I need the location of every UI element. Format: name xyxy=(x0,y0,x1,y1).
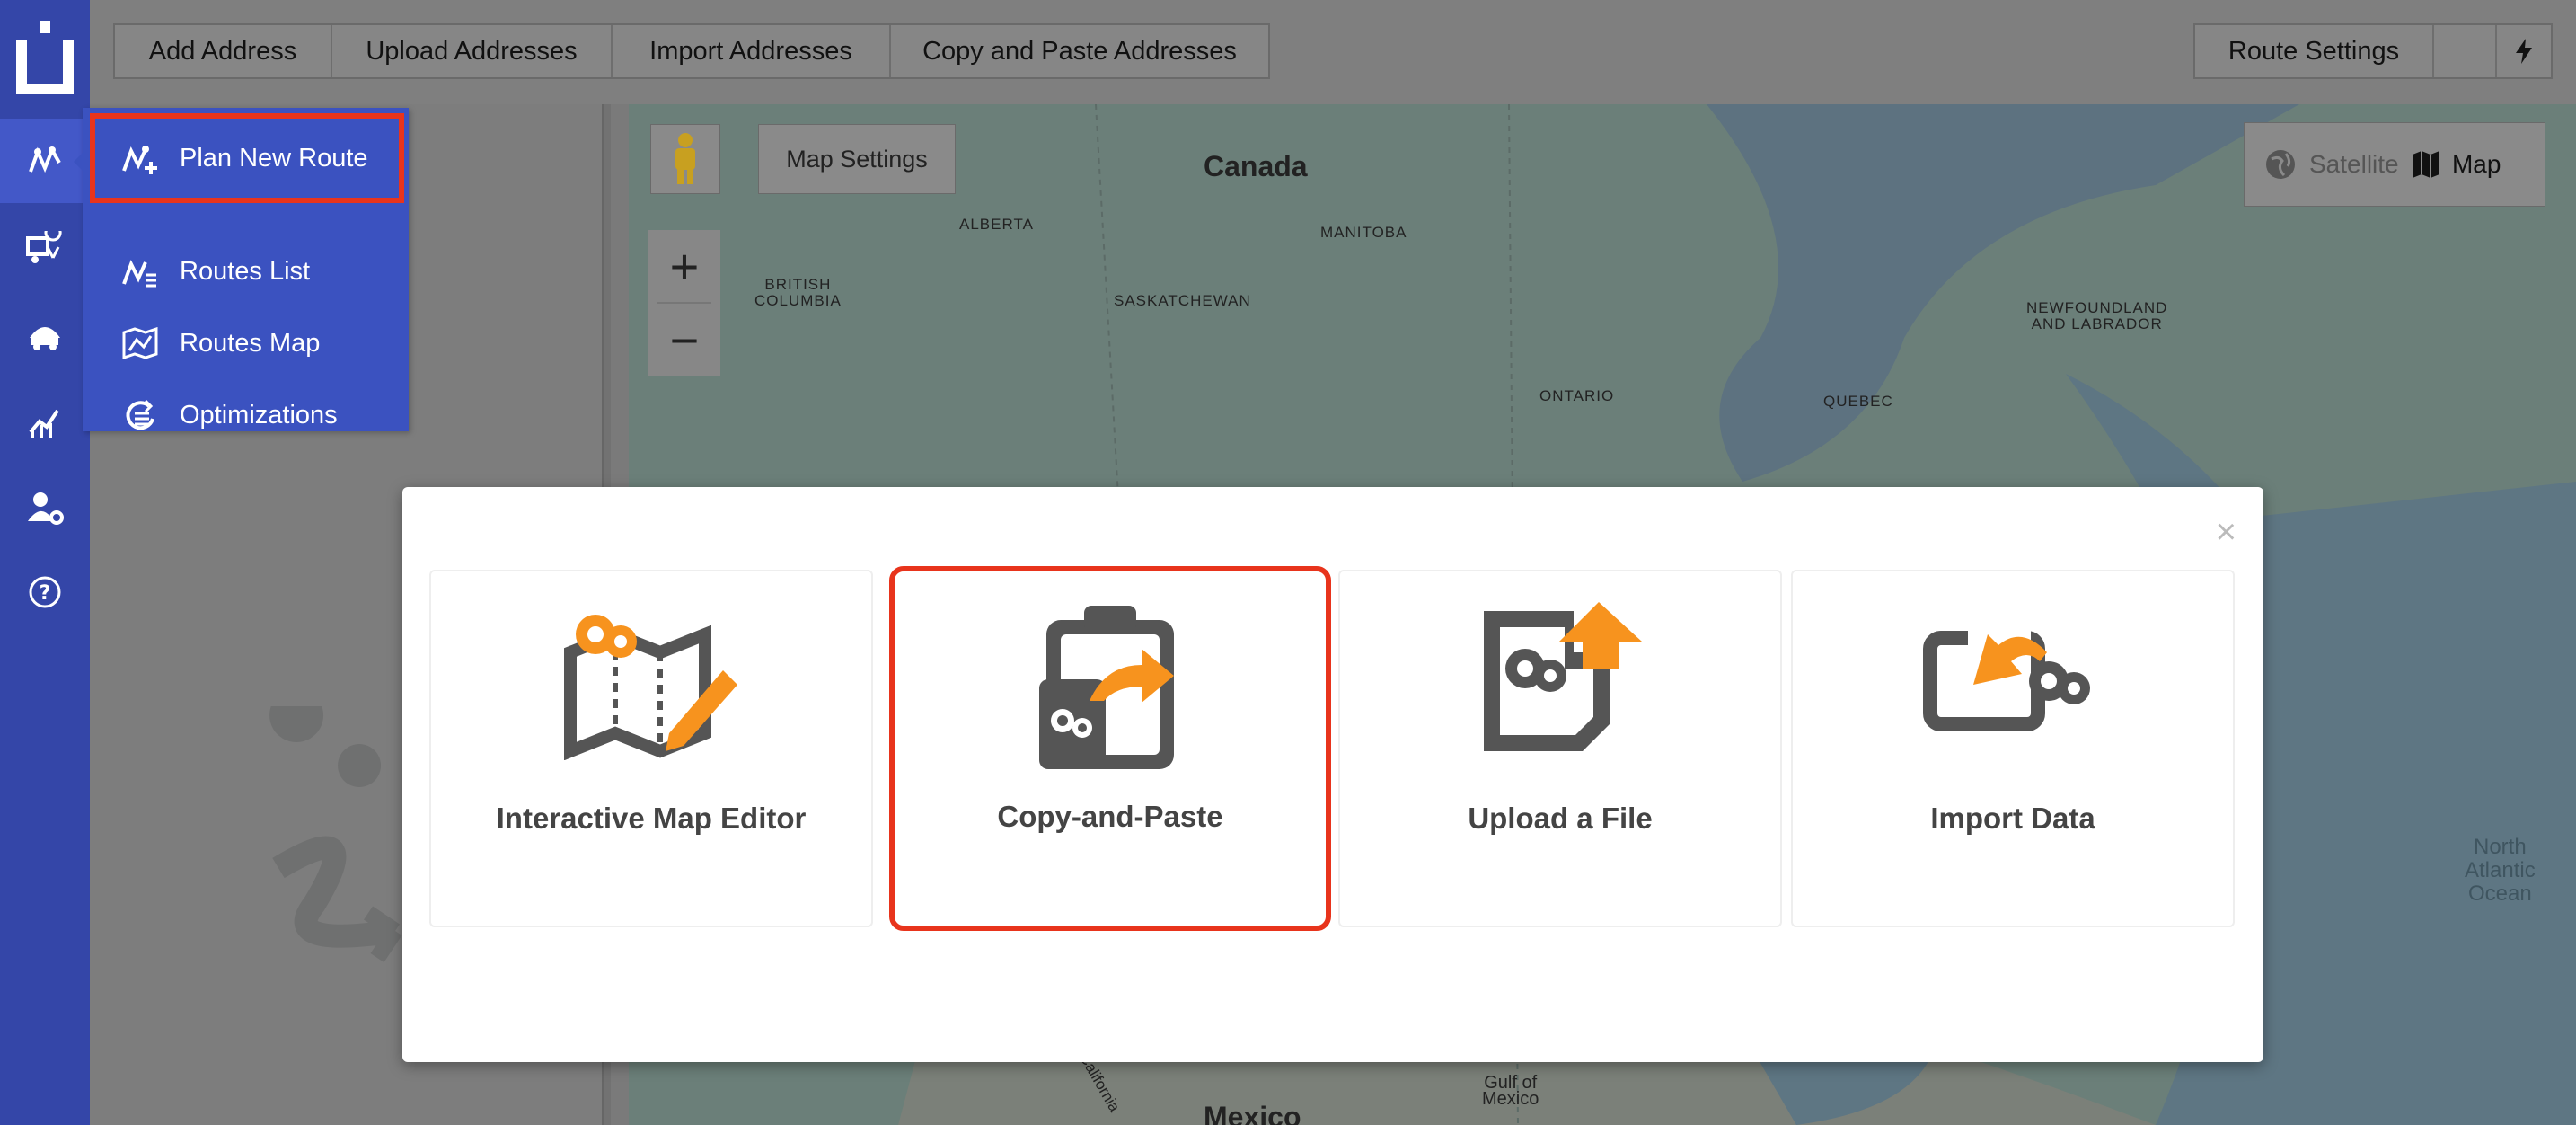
menu-item-label: Plan New Route xyxy=(180,143,368,173)
option-card-upload-a-file[interactable]: Upload a File xyxy=(1338,570,1782,927)
routes-menu: Plan New Route Routes List Routes Map Op… xyxy=(74,108,409,431)
map-label-quebec: QUEBEC xyxy=(1823,393,1893,410)
truck-location-icon xyxy=(26,231,62,263)
app-logo[interactable] xyxy=(0,0,90,119)
add-stops-modal: × Interactive Map Editor Copy-and-Paste … xyxy=(402,487,2263,1062)
routes-map-icon xyxy=(120,323,160,363)
import-addresses-button[interactable]: Import Addresses xyxy=(613,25,891,77)
map-editor-icon xyxy=(431,598,871,778)
close-button[interactable]: × xyxy=(2216,512,2236,553)
optimizations-icon xyxy=(120,395,160,435)
map-settings-button[interactable]: Map Settings xyxy=(758,124,956,194)
zoom-out-button[interactable]: − xyxy=(648,304,720,376)
address-button-group: Add Address Upload Addresses Import Addr… xyxy=(113,23,1270,79)
option-title: Upload a File xyxy=(1468,802,1653,835)
option-title: Copy-and-Paste xyxy=(997,800,1223,833)
nav-account-settings[interactable] xyxy=(0,465,90,550)
nav-analytics[interactable] xyxy=(0,379,90,464)
map-label-saskatchewan: SASKATCHEWAN xyxy=(1114,292,1251,309)
lightning-icon xyxy=(2516,39,2532,64)
add-address-button[interactable]: Add Address xyxy=(115,25,332,77)
route-plus-icon xyxy=(120,138,160,178)
map-label-gulf-mexico: Gulf of Mexico xyxy=(1482,1073,1539,1109)
user-gear-icon xyxy=(28,492,64,525)
menu-item-routes-list[interactable]: Routes List xyxy=(83,235,409,307)
pegman-icon xyxy=(675,133,695,184)
logo-icon xyxy=(16,21,74,94)
satellite-button[interactable]: Satellite xyxy=(2245,122,2411,207)
quick-action-button[interactable] xyxy=(2497,25,2551,77)
option-card-interactive-map-editor[interactable]: Interactive Map Editor xyxy=(429,570,873,927)
svg-text:?: ? xyxy=(40,582,51,605)
driver-icon xyxy=(30,327,60,350)
map-label-british-columbia: BRITISH COLUMBIA xyxy=(754,276,842,309)
import-data-icon xyxy=(1793,598,2233,778)
option-title: Interactive Map Editor xyxy=(496,802,807,835)
satellite-label: Satellite xyxy=(2309,150,2399,178)
upload-file-icon xyxy=(1340,598,1780,778)
chart-icon xyxy=(29,409,59,438)
globe-icon xyxy=(2266,150,2295,179)
option-card-copy-and-paste[interactable]: Copy-and-Paste xyxy=(889,566,1331,931)
map-label-ontario: ONTARIO xyxy=(1539,387,1615,404)
map-label-north-atlantic: North Atlantic Ocean xyxy=(2465,835,2536,906)
zoom-control: + − xyxy=(648,230,720,376)
folded-map-icon xyxy=(2412,151,2439,178)
menu-item-optimizations[interactable]: Optimizations xyxy=(83,379,409,451)
map-label: Map xyxy=(2451,150,2501,178)
map-label-mexico: Mexico xyxy=(1204,1101,1301,1125)
option-card-import-data[interactable]: Import Data xyxy=(1791,570,2235,927)
upload-addresses-button[interactable]: Upload Addresses xyxy=(332,25,613,77)
map-label-manitoba: MANITOBA xyxy=(1320,224,1407,241)
zoom-in-button[interactable]: + xyxy=(648,230,720,302)
nav-drivers[interactable] xyxy=(0,293,90,377)
menu-item-label: Routes List xyxy=(180,256,311,286)
route-list-icon xyxy=(120,252,160,291)
top-toolbar: Add Address Upload Addresses Import Addr… xyxy=(90,0,2576,104)
map-type-button[interactable]: Map xyxy=(2411,122,2545,207)
route-icon xyxy=(29,146,61,173)
menu-item-label: Optimizations xyxy=(180,400,338,430)
map-type-control: Satellite Map xyxy=(2244,122,2545,207)
settings-button-group: Route Settings xyxy=(2193,23,2553,79)
menu-caret xyxy=(74,153,83,171)
map-label-newfoundland: NEWFOUNDLAND AND LABRADOR xyxy=(2026,299,2168,332)
menu-item-label: Routes Map xyxy=(180,328,321,358)
nav-tracking[interactable] xyxy=(0,207,90,291)
menu-item-plan-new-route[interactable]: Plan New Route xyxy=(90,113,404,203)
map-label-canada: Canada xyxy=(1204,150,1308,182)
route-settings-button[interactable]: Route Settings xyxy=(2195,25,2434,77)
toolbar-blank-button[interactable] xyxy=(2434,25,2497,77)
menu-item-routes-map[interactable]: Routes Map xyxy=(83,307,409,379)
street-view-pegman[interactable] xyxy=(650,124,720,194)
option-title: Import Data xyxy=(1930,802,2095,835)
nav-help[interactable]: ? xyxy=(0,550,90,634)
map-label-alberta: ALBERTA xyxy=(959,216,1034,233)
copy-paste-addresses-button[interactable]: Copy and Paste Addresses xyxy=(891,25,1268,77)
help-icon: ? xyxy=(29,576,61,608)
clipboard-icon xyxy=(895,602,1326,782)
